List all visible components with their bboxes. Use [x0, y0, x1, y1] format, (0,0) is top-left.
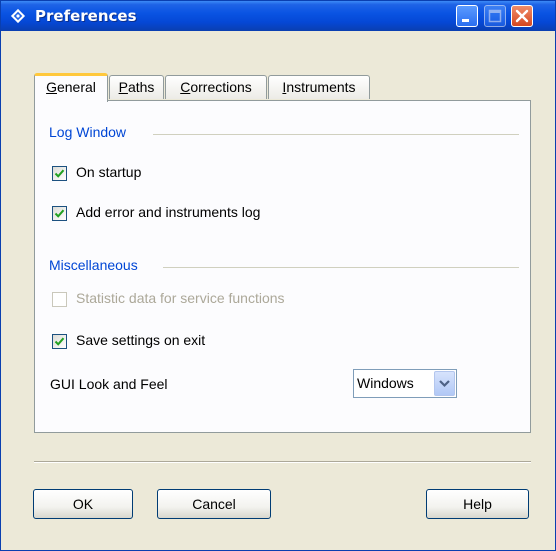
general-tab-panel: Log Window On startup Add error and inst…: [34, 100, 531, 433]
miscellaneous-heading: Miscellaneous: [49, 257, 138, 273]
maximize-icon: [488, 9, 502, 23]
checkmark-icon: [54, 337, 65, 346]
close-button[interactable]: [511, 5, 533, 27]
on-startup-label: On startup: [76, 164, 142, 180]
add-error-log-label: Add error and instruments log: [76, 204, 261, 220]
cancel-button[interactable]: Cancel: [157, 489, 271, 519]
tab-paths[interactable]: Paths: [109, 75, 164, 99]
tab-instruments-label: nstruments: [286, 79, 356, 95]
chevron-down-icon: [439, 380, 450, 388]
tab-paths-mnemonic: P: [118, 79, 128, 95]
preferences-dialog: Preferences General Paths Corrections In…: [0, 0, 556, 551]
maximize-button[interactable]: [484, 5, 506, 27]
statistic-data-label: Statistic data for service functions: [76, 290, 285, 306]
on-startup-checkbox[interactable]: [52, 166, 67, 181]
title-bar[interactable]: Preferences: [1, 1, 555, 31]
help-button[interactable]: Help: [426, 489, 529, 519]
button-separator: [34, 461, 531, 463]
tab-general-label: eneral: [56, 79, 96, 95]
log-window-divider: [153, 134, 519, 135]
tab-corrections-label: orrections: [190, 79, 252, 95]
add-error-log-checkbox[interactable]: [52, 206, 67, 221]
save-settings-label: Save settings on exit: [76, 332, 206, 348]
checkmark-icon: [54, 169, 65, 178]
minimize-button[interactable]: [456, 5, 478, 27]
statistic-data-checkbox[interactable]: [52, 292, 67, 307]
tab-paths-label: aths: [127, 79, 155, 95]
look-and-feel-value: Windows: [357, 375, 414, 391]
preferences-app-icon: [10, 8, 26, 24]
log-window-heading: Log Window: [49, 124, 127, 140]
ok-button[interactable]: OK: [33, 489, 133, 519]
tab-general-mnemonic: G: [46, 79, 57, 95]
checkmark-icon: [54, 209, 65, 218]
tab-corrections[interactable]: Corrections: [165, 75, 267, 99]
close-icon: [515, 9, 529, 23]
miscellaneous-divider: [163, 267, 519, 268]
dropdown-button[interactable]: [434, 371, 455, 396]
window-title: Preferences: [35, 7, 137, 25]
tab-corrections-mnemonic: C: [180, 79, 191, 95]
minimize-icon: [462, 19, 469, 22]
gui-look-and-feel-label: GUI Look and Feel: [50, 376, 168, 392]
tab-general[interactable]: General: [34, 73, 108, 102]
save-settings-checkbox[interactable]: [52, 334, 67, 349]
tab-instruments[interactable]: Instruments: [268, 75, 370, 99]
look-and-feel-select[interactable]: Windows: [353, 369, 457, 398]
